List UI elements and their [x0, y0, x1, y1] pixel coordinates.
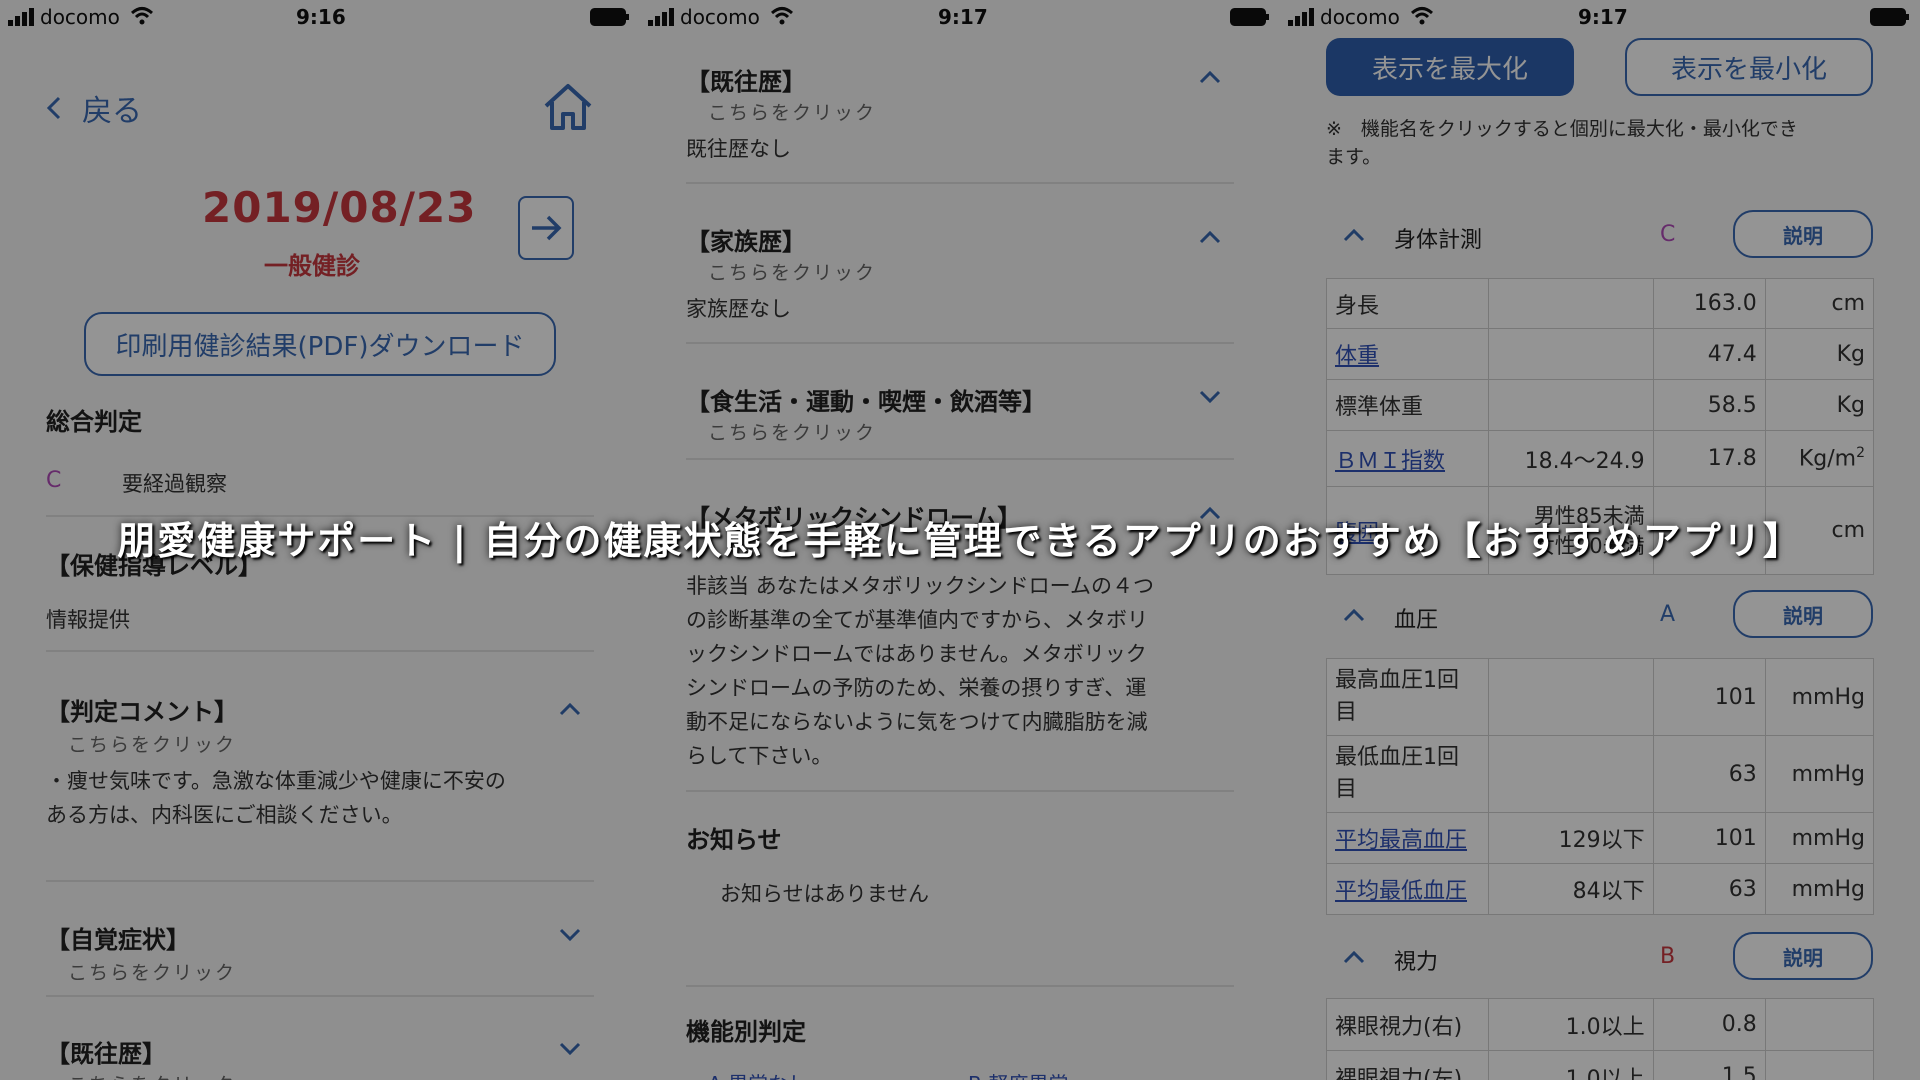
overlay-headline: 朋愛健康サポート | 自分の健康状態を手軽に管理できるアプリのおすすめ【おすすめ…: [117, 519, 1803, 563]
